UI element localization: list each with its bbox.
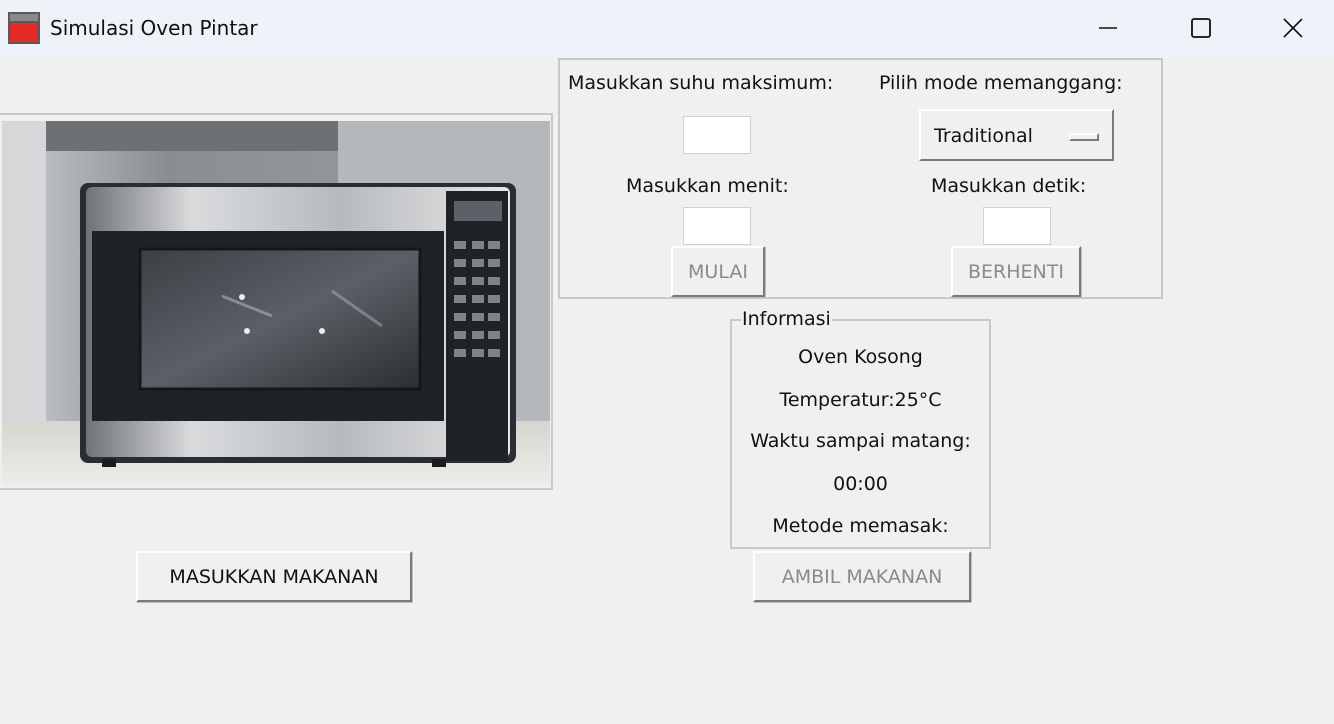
oven-status: Oven Kosong <box>798 346 923 368</box>
close-icon <box>1283 18 1303 38</box>
window-title: Simulasi Oven Pintar <box>50 16 258 40</box>
minimize-button[interactable] <box>1062 0 1154 58</box>
baking-mode-select[interactable]: Traditional <box>919 109 1114 161</box>
seconds-label: Masukkan detik: <box>931 175 1087 197</box>
seconds-input[interactable] <box>983 207 1051 245</box>
close-button[interactable] <box>1247 0 1334 58</box>
take-food-button[interactable]: AMBIL MAKANAN <box>753 551 971 602</box>
dropdown-indicator-icon <box>1069 133 1099 141</box>
mode-label: Pilih mode memanggang: <box>879 72 1123 94</box>
stop-button[interactable]: BERHENTI <box>951 246 1081 297</box>
maximize-icon <box>1191 18 1211 38</box>
max-temp-input[interactable] <box>683 116 751 154</box>
info-title: Informasi <box>741 308 832 330</box>
cooking-method-label: Metode memasak: <box>772 515 949 537</box>
time-until-done-value: 00:00 <box>833 473 888 495</box>
minimize-icon <box>1099 27 1117 29</box>
minutes-input[interactable] <box>683 207 751 245</box>
time-until-done-label: Waktu sampai matang: <box>750 430 971 452</box>
minutes-label: Masukkan menit: <box>626 175 789 197</box>
max-temp-label: Masukkan suhu maksimum: <box>568 72 834 94</box>
maximize-button[interactable] <box>1155 0 1247 58</box>
insert-food-button[interactable]: MASUKKAN MAKANAN <box>136 551 412 602</box>
start-button[interactable]: MULAI <box>671 246 765 297</box>
app-icon <box>8 12 40 44</box>
temperature-readout: Temperatur:25°C <box>779 389 942 411</box>
oven-photo <box>2 121 550 486</box>
baking-mode-selected: Traditional <box>934 125 1033 147</box>
title-bar: Simulasi Oven Pintar <box>0 0 1334 58</box>
oven-image-frame <box>0 113 553 490</box>
